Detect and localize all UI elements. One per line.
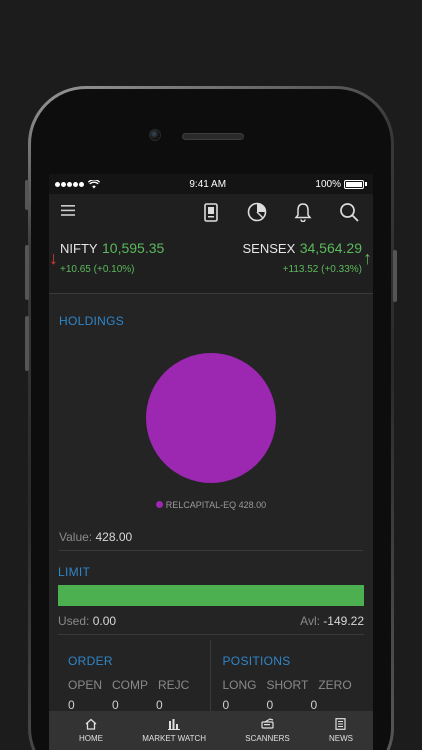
- pie-legend: RELCAPITAL-EQ 428.00: [49, 500, 373, 510]
- positions-short-count: 0: [266, 698, 274, 712]
- tab-label: MARKET WATCH: [142, 734, 207, 743]
- index-value: 10,595.35: [102, 240, 165, 256]
- news-icon: [335, 718, 347, 730]
- wifi-icon: [88, 179, 100, 188]
- battery-indicator: 100%: [315, 179, 367, 190]
- avl-amount: -149.22: [323, 614, 364, 628]
- search-icon[interactable]: [337, 200, 361, 224]
- positions-zero-count: 0: [310, 698, 318, 712]
- holdings-section[interactable]: HOLDINGS RELCAPITAL-EQ 428.00 Value: 428…: [49, 294, 373, 551]
- positions-panel[interactable]: POSITIONS LONG SHORT ZERO 0 0 0: [209, 640, 365, 712]
- tab-label: SCANNERS: [245, 734, 290, 743]
- order-col-comp: COMP: [112, 678, 149, 692]
- legend-label: RELCAPITAL-EQ 428.00: [165, 500, 267, 510]
- index-change: +10.65 (+0.10%): [60, 264, 135, 275]
- tab-label: HOME: [79, 734, 103, 743]
- index-name: NIFTY: [60, 241, 98, 256]
- bottom-tab-bar: HOME MARKET WATCH SCANNERS NEWS: [49, 711, 373, 750]
- order-title: ORDER: [68, 654, 113, 668]
- status-bar: 9:41 AM 100%: [49, 174, 373, 194]
- holdings-pie-chart[interactable]: [146, 353, 276, 483]
- positions-col-short: SHORT: [266, 678, 309, 692]
- order-col-open: OPEN: [68, 678, 103, 692]
- power-button: [393, 250, 397, 302]
- index-name: SENSEX: [242, 241, 296, 256]
- value-amount: 428.00: [95, 530, 133, 544]
- earpiece-speaker: [182, 133, 244, 140]
- mute-switch: [25, 180, 29, 210]
- bar-chart-icon: [168, 719, 181, 730]
- positions-values: 0 0 0: [223, 698, 355, 712]
- value-label: Value:: [59, 530, 93, 544]
- holdings-value: Value: 428.00: [59, 530, 363, 551]
- app-screen: 9:41 AM 100% ↓ NIFTY 10,595.35 +10.65 (+…: [49, 174, 373, 750]
- home-icon: [85, 718, 97, 730]
- positions-columns: LONG SHORT ZERO: [223, 678, 355, 692]
- legend-swatch: [155, 501, 163, 508]
- tab-news[interactable]: NEWS: [319, 711, 373, 750]
- limit-title: LIMIT: [58, 565, 91, 579]
- limit-details: Used: 0.00 Avl: -149.22: [58, 614, 364, 635]
- tab-home[interactable]: HOME: [49, 711, 113, 750]
- order-panel[interactable]: ORDER OPEN COMP REJC 0 0 0: [58, 640, 210, 712]
- hamburger-menu-icon[interactable]: [61, 203, 75, 221]
- order-rejc-count: 0: [156, 698, 163, 712]
- order-col-rejc: REJC: [158, 678, 190, 692]
- scanner-icon: [260, 718, 274, 729]
- positions-col-long: LONG: [222, 678, 257, 692]
- order-values: 0 0 0: [68, 698, 200, 712]
- order-open-count: 0: [68, 698, 75, 712]
- index-sensex[interactable]: SENSEX 34,564.29 +113.52 (+0.33%): [243, 240, 363, 275]
- order-comp-count: 0: [112, 698, 119, 712]
- portfolio-icon[interactable]: [199, 200, 223, 224]
- tab-label: NEWS: [328, 734, 353, 743]
- positions-title: POSITIONS: [222, 654, 291, 668]
- order-columns: OPEN COMP REJC: [68, 678, 200, 692]
- bell-icon[interactable]: [291, 200, 315, 224]
- index-change: +113.52 (+0.33%): [282, 264, 362, 275]
- index-nifty[interactable]: NIFTY 10,595.35 +10.65 (+0.10%): [60, 240, 164, 275]
- tab-market-watch[interactable]: MARKET WATCH: [132, 711, 216, 750]
- front-camera: [149, 129, 161, 141]
- positions-col-zero: ZERO: [318, 678, 352, 692]
- used-label: Used:: [58, 614, 90, 628]
- limit-progress-bar: [58, 585, 364, 606]
- signal-strength-icon: [55, 179, 100, 189]
- positions-long-count: 0: [222, 698, 230, 712]
- volume-down-button: [25, 316, 29, 371]
- used-amount: 0.00: [92, 614, 117, 628]
- pie-chart-icon[interactable]: [245, 200, 269, 224]
- avl-label: Avl:: [300, 614, 320, 628]
- battery-percent: 100%: [315, 178, 341, 190]
- summary-panels: ORDER OPEN COMP REJC 0 0 0 POSITIONS LON…: [58, 640, 364, 712]
- holdings-title: HOLDINGS: [59, 314, 125, 328]
- app-toolbar: [49, 194, 373, 230]
- up-arrow-icon: ↑: [363, 248, 372, 268]
- battery-icon: [344, 179, 364, 189]
- clock: 9:41 AM: [189, 178, 227, 190]
- down-arrow-icon: ↓: [49, 248, 58, 268]
- index-value: 34,564.29: [299, 240, 362, 256]
- market-indices: ↓ NIFTY 10,595.35 +10.65 (+0.10%) SENSEX…: [49, 230, 373, 294]
- volume-up-button: [25, 245, 29, 300]
- tab-scanners[interactable]: SCANNERS: [235, 711, 299, 750]
